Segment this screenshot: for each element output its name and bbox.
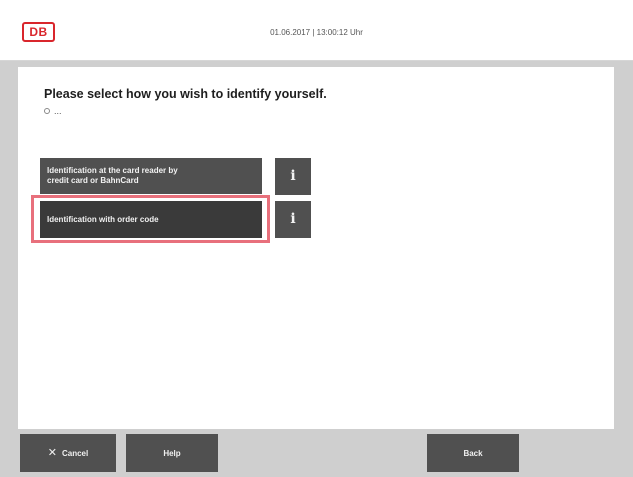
page-title: Please select how you wish to identify y… <box>44 87 327 101</box>
cancel-label: Cancel <box>61 448 89 458</box>
content-panel <box>18 67 614 429</box>
back-label: Back <box>463 448 483 458</box>
cancel-button[interactable]: ✕ Cancel <box>20 434 116 472</box>
close-icon: ✕ <box>47 446 57 459</box>
help-button[interactable]: Help <box>126 434 218 472</box>
sub-text-label: ... <box>54 106 62 116</box>
card-reader-info-button[interactable]: i <box>275 158 311 195</box>
option-label-line2: credit card or BahnCard <box>47 176 139 185</box>
sub-text: ... <box>44 106 62 116</box>
card-reader-identification-button[interactable]: Identification at the card reader by cre… <box>40 158 262 194</box>
order-code-identification-button[interactable]: Identification with order code <box>40 201 262 238</box>
help-label: Help <box>163 448 181 458</box>
order-code-info-button[interactable]: i <box>275 201 311 238</box>
option-label-line1: Identification at the card reader by <box>47 166 178 175</box>
option-label: Identification with order code <box>47 215 159 224</box>
header-bar: DB 01.06.2017 | 13:00:12 Uhr <box>0 0 633 61</box>
datetime-label: 01.06.2017 | 13:00:12 Uhr <box>270 28 363 37</box>
back-button[interactable]: Back <box>427 434 519 472</box>
radio-dot-icon <box>44 108 50 114</box>
